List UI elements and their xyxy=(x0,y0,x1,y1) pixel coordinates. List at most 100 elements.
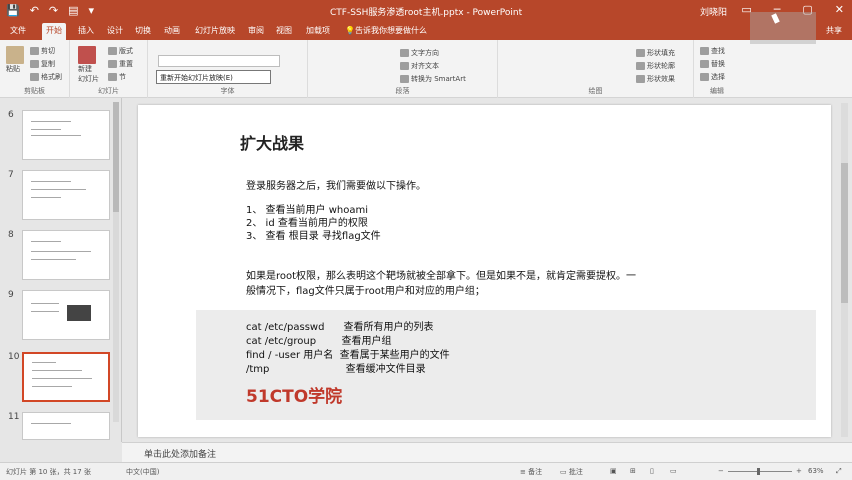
normal-view-icon[interactable]: ▣ xyxy=(610,467,617,475)
smartart-icon xyxy=(400,75,409,83)
zoom-slider[interactable] xyxy=(728,471,792,472)
status-bar: 幻灯片 第 10 张，共 17 张 中文(中国) ≡ 备注 ▭ 批注 ▣ ⊞ ▯… xyxy=(0,462,852,480)
notes-pane[interactable]: 单击此处添加备注 xyxy=(122,442,852,462)
slide-thumbnail[interactable] xyxy=(22,290,110,340)
group-slides: 新建 幻灯片 版式 重置 节 幻灯片 xyxy=(70,40,148,98)
slide-command[interactable]: cat /etc/group 查看用户组 xyxy=(246,332,392,347)
effects-icon xyxy=(636,75,645,83)
tell-me-text: 告诉我你想要做什么 xyxy=(354,26,427,35)
cursor-icon xyxy=(700,73,709,81)
customize-qat-icon[interactable]: ▾ xyxy=(89,4,95,17)
paste-icon xyxy=(6,46,24,64)
thumb-number: 9 xyxy=(8,290,14,300)
slide-thumbnail[interactable] xyxy=(22,170,110,220)
paste-button[interactable]: 粘贴 xyxy=(6,46,26,74)
new-slide-button[interactable]: 新建 幻灯片 xyxy=(78,46,99,84)
slide-step[interactable]: 3、 查看 根目录 寻找flag文件 xyxy=(246,227,381,242)
tab-home[interactable]: 开始 xyxy=(42,23,66,40)
undo-icon[interactable]: ↶ xyxy=(30,4,39,17)
quick-access-toolbar: 💾 ↶ ↷ ▤ ▾ xyxy=(6,4,94,17)
thumb-number: 8 xyxy=(8,230,14,240)
editor-scrollbar[interactable] xyxy=(841,103,848,437)
layout-button[interactable]: 版式 xyxy=(108,46,133,56)
copy-button[interactable]: 复制 xyxy=(30,59,55,69)
thumb-number: 11 xyxy=(8,412,20,422)
save-icon[interactable]: 💾 xyxy=(6,4,20,17)
slide-sorter-icon[interactable]: ⊞ xyxy=(630,467,636,475)
tab-transitions[interactable]: 切换 xyxy=(135,25,151,36)
slide-command[interactable]: cat /etc/passwd 查看所有用户的列表 xyxy=(246,318,434,333)
scissors-icon xyxy=(30,47,39,55)
reading-view-icon[interactable]: ▯ xyxy=(650,467,654,475)
comments-button[interactable]: ▭ 批注 xyxy=(560,467,583,477)
slide-editor: 扩大战果 登录服务器之后，我们需要做以下操作。 1、 查看当前用户 whoami… xyxy=(122,98,852,442)
slide-intro[interactable]: 登录服务器之后，我们需要做以下操作。 xyxy=(246,177,426,192)
share-button[interactable]: 共享 xyxy=(826,25,842,36)
notes-button[interactable]: ≡ 备注 xyxy=(520,467,542,477)
shape-effects-button[interactable]: 形状效果 xyxy=(636,74,675,84)
format-painter-button[interactable]: 格式刷 xyxy=(30,72,62,82)
section-button[interactable]: 节 xyxy=(108,72,126,82)
slide-paragraph[interactable]: 如果是root权限，那么表明这个靶场就被全部拿下。但是如果不是，就肯定需要提权。… xyxy=(246,267,636,282)
tell-me-box[interactable]: 💡告诉我你想要做什么 xyxy=(345,25,427,36)
shape-fill-button[interactable]: 形状填充 xyxy=(636,48,675,58)
slide-thumbnail-selected[interactable] xyxy=(22,352,110,402)
slideshow-view-icon[interactable]: ▭ xyxy=(670,467,677,475)
tab-view[interactable]: 视图 xyxy=(276,25,292,36)
slide-thumbnail[interactable] xyxy=(22,412,110,440)
close-icon[interactable]: ✕ xyxy=(835,3,844,16)
find-button[interactable]: 查找 xyxy=(700,46,725,56)
font-name-input[interactable] xyxy=(158,55,280,67)
slide-paragraph[interactable]: 般情况下，flag文件只属于root用户和对应的用户组； xyxy=(246,282,485,297)
group-label-editing: 编辑 xyxy=(710,87,724,95)
tab-insert[interactable]: 插入 xyxy=(78,25,94,36)
powerpoint-window: 💾 ↶ ↷ ▤ ▾ CTF-SSH服务渗透root主机.pptx - Power… xyxy=(0,0,852,480)
align-text-button[interactable]: 对齐文本 xyxy=(400,61,439,71)
slide-thumbnail[interactable] xyxy=(22,110,110,160)
group-label-slides: 幻灯片 xyxy=(98,87,119,95)
tab-file[interactable]: 文件 xyxy=(10,25,26,36)
tab-addins[interactable]: 加载项 xyxy=(306,25,330,36)
user-name[interactable]: 刘晓阳 xyxy=(700,5,727,18)
language-indicator[interactable]: 中文(中国) xyxy=(126,467,159,477)
ribbon-tabs: 文件 开始 插入 设计 切换 动画 幻灯片放映 审阅 视图 加载项 💡告诉我你想… xyxy=(0,22,852,40)
reset-icon xyxy=(108,60,117,68)
select-button[interactable]: 选择 xyxy=(700,72,725,82)
slide-command[interactable]: /tmp 查看缓冲文件目录 xyxy=(246,360,426,375)
zoom-out-icon[interactable]: − xyxy=(718,467,724,475)
start-slideshow-icon[interactable]: ▤ xyxy=(68,4,78,17)
ribbon-home: 粘贴 剪切 复制 格式刷 剪贴板 新建 幻灯片 版式 重置 节 幻灯片 字体 文… xyxy=(0,40,852,98)
zoom-slider-thumb[interactable] xyxy=(757,468,760,475)
zoom-in-icon[interactable]: + xyxy=(796,467,802,475)
tab-slideshow[interactable]: 幻灯片放映 xyxy=(195,25,235,36)
tab-design[interactable]: 设计 xyxy=(107,25,123,36)
new-slide-icon xyxy=(78,46,96,64)
scrollbar-thumb[interactable] xyxy=(841,163,848,303)
lightbulb-icon: 💡 xyxy=(345,26,355,35)
tab-animations[interactable]: 动画 xyxy=(164,25,180,36)
shape-outline-button[interactable]: 形状轮廓 xyxy=(636,61,675,71)
slide-thumbnail[interactable] xyxy=(22,230,110,280)
search-icon xyxy=(700,47,709,55)
group-label-clipboard: 剪贴板 xyxy=(24,87,45,95)
group-label-paragraph: 段落 xyxy=(395,87,410,95)
reset-button[interactable]: 重置 xyxy=(108,59,133,69)
thumb-number: 10 xyxy=(8,352,20,362)
cut-button[interactable]: 剪切 xyxy=(30,46,55,56)
replace-button[interactable]: 替换 xyxy=(700,59,725,69)
text-direction-button[interactable]: 文字方向 xyxy=(400,48,439,58)
smartart-button[interactable]: 转换为 SmartArt xyxy=(400,74,466,84)
thumbnail-scrollbar[interactable] xyxy=(113,102,119,422)
slide-command[interactable]: find / -user 用户名 查看属于某些用户的文件 xyxy=(246,346,450,361)
fit-to-window-icon[interactable]: ⤢ xyxy=(836,467,842,476)
replace-icon xyxy=(700,60,709,68)
tab-review[interactable]: 审阅 xyxy=(248,25,264,36)
redo-icon[interactable]: ↷ xyxy=(49,4,58,17)
scrollbar-thumb[interactable] xyxy=(113,102,119,212)
zoom-level[interactable]: 63% xyxy=(808,467,824,475)
group-label-drawing: 绘图 xyxy=(588,87,603,95)
current-slide[interactable]: 扩大战果 登录服务器之后，我们需要做以下操作。 1、 查看当前用户 whoami… xyxy=(138,105,831,437)
slide-title[interactable]: 扩大战果 xyxy=(240,130,304,154)
thumb-number: 7 xyxy=(8,170,14,180)
image-placeholder xyxy=(67,305,91,321)
